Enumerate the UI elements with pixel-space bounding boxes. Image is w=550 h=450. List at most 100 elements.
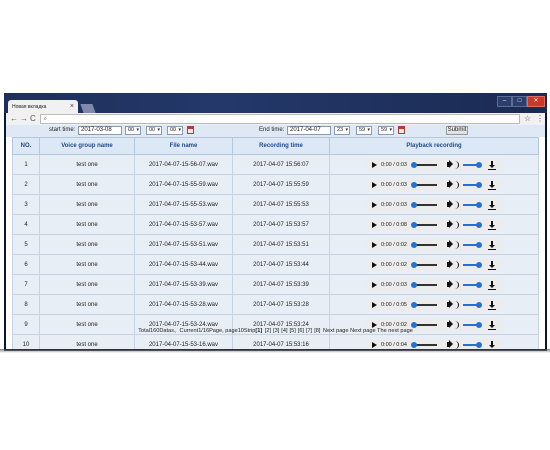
start-date-input[interactable]: 2017-03-08 bbox=[78, 126, 122, 135]
start-calendar-icon[interactable] bbox=[187, 126, 194, 134]
seek-handle[interactable] bbox=[411, 181, 417, 188]
end-minute-value: 59 bbox=[359, 127, 366, 133]
browser-menu-icon[interactable]: ⋮ bbox=[536, 114, 544, 124]
download-icon[interactable] bbox=[488, 300, 496, 310]
volume-slider[interactable] bbox=[463, 221, 482, 228]
audio-player: 0:00 / 0:02 bbox=[366, 238, 502, 251]
volume-handle[interactable] bbox=[476, 301, 482, 308]
seek-handle[interactable] bbox=[411, 201, 417, 208]
volume-slider[interactable] bbox=[463, 261, 482, 268]
volume-handle[interactable] bbox=[476, 281, 482, 288]
seek-handle[interactable] bbox=[411, 301, 417, 308]
seek-handle[interactable] bbox=[411, 161, 417, 168]
seek-bar[interactable] bbox=[411, 241, 437, 248]
volume-icon[interactable] bbox=[447, 201, 450, 207]
seek-handle[interactable] bbox=[411, 281, 417, 288]
pagination-page-link[interactable]: [6] bbox=[298, 328, 304, 334]
seek-bar[interactable] bbox=[411, 341, 437, 348]
start-minute-select[interactable]: 00 ▾ bbox=[146, 126, 162, 135]
seek-handle[interactable] bbox=[411, 221, 417, 228]
volume-icon[interactable] bbox=[447, 181, 450, 187]
volume-handle[interactable] bbox=[476, 341, 482, 348]
volume-icon[interactable] bbox=[447, 281, 450, 287]
maximize-button[interactable]: □ bbox=[512, 96, 527, 107]
seek-bar[interactable] bbox=[411, 161, 437, 168]
play-icon[interactable] bbox=[372, 181, 377, 188]
seek-handle[interactable] bbox=[411, 341, 417, 348]
reload-icon[interactable]: C bbox=[30, 114, 36, 124]
browser-tab[interactable]: Новая вкладка × bbox=[8, 100, 78, 114]
volume-icon[interactable] bbox=[447, 161, 450, 167]
volume-icon[interactable] bbox=[447, 341, 450, 347]
pagination-page-link[interactable]: [4] bbox=[281, 328, 287, 334]
end-date-input[interactable]: 2017-04-07 bbox=[287, 126, 331, 135]
play-icon[interactable] bbox=[372, 261, 377, 268]
new-tab-button[interactable] bbox=[80, 104, 96, 113]
play-icon[interactable] bbox=[372, 301, 377, 308]
seek-bar[interactable] bbox=[411, 201, 437, 208]
volume-slider[interactable] bbox=[463, 181, 482, 188]
pagination-next-page-link[interactable]: Next page bbox=[323, 328, 349, 334]
volume-slider[interactable] bbox=[463, 341, 482, 348]
end-hour-select[interactable]: 23 ▾ bbox=[334, 126, 350, 135]
bookmark-star-icon[interactable]: ☆ bbox=[524, 114, 531, 124]
volume-icon[interactable] bbox=[447, 241, 450, 247]
tab-close-icon[interactable]: × bbox=[70, 103, 74, 110]
volume-slider[interactable] bbox=[463, 201, 482, 208]
end-second-select[interactable]: 59 ▾ bbox=[378, 126, 394, 135]
play-icon[interactable] bbox=[372, 201, 377, 208]
start-second-select[interactable]: 00 ▾ bbox=[167, 126, 183, 135]
seek-bar[interactable] bbox=[411, 301, 437, 308]
volume-handle[interactable] bbox=[476, 241, 482, 248]
file-name-cell: 2017-04-07-15-55-53.wav bbox=[134, 194, 233, 215]
pagination-the-next-page-link[interactable]: The next page bbox=[377, 328, 413, 334]
volume-slider[interactable] bbox=[463, 281, 482, 288]
pagination-page-link[interactable]: [5] bbox=[290, 328, 296, 334]
pagination-page-link[interactable]: [8] bbox=[314, 328, 320, 334]
volume-handle[interactable] bbox=[476, 261, 482, 268]
back-arrow-icon[interactable]: ← bbox=[10, 114, 18, 124]
pagination-page-link[interactable]: [2] bbox=[265, 328, 271, 334]
pagination-page-link[interactable]: [3] bbox=[273, 328, 279, 334]
submit-button[interactable]: Submit bbox=[446, 126, 468, 135]
play-icon[interactable] bbox=[372, 161, 377, 168]
seek-bar[interactable] bbox=[411, 221, 437, 228]
pagination-page-link[interactable]: [7] bbox=[306, 328, 312, 334]
play-icon[interactable] bbox=[372, 341, 377, 348]
download-icon[interactable] bbox=[488, 340, 496, 349]
address-bar[interactable]: ⌕ bbox=[40, 114, 520, 124]
start-hour-select[interactable]: 00 ▾ bbox=[125, 126, 141, 135]
download-icon[interactable] bbox=[488, 160, 496, 170]
download-icon[interactable] bbox=[488, 180, 496, 190]
seek-bar[interactable] bbox=[411, 281, 437, 288]
volume-icon[interactable] bbox=[447, 221, 450, 227]
volume-handle[interactable] bbox=[476, 221, 482, 228]
download-icon[interactable] bbox=[488, 220, 496, 230]
volume-slider[interactable] bbox=[463, 241, 482, 248]
download-icon[interactable] bbox=[488, 260, 496, 270]
close-window-button[interactable]: ✕ bbox=[527, 96, 545, 107]
seek-handle[interactable] bbox=[411, 241, 417, 248]
volume-handle[interactable] bbox=[476, 161, 482, 168]
pagination-next-page-link-2[interactable]: Next page bbox=[350, 328, 376, 334]
seek-handle[interactable] bbox=[411, 261, 417, 268]
minimize-button[interactable]: – bbox=[497, 96, 512, 107]
volume-slider[interactable] bbox=[463, 301, 482, 308]
seek-bar[interactable] bbox=[411, 261, 437, 268]
download-icon[interactable] bbox=[488, 280, 496, 290]
end-minute-select[interactable]: 59 ▾ bbox=[356, 126, 372, 135]
play-icon[interactable] bbox=[372, 281, 377, 288]
volume-handle[interactable] bbox=[476, 201, 482, 208]
seek-bar[interactable] bbox=[411, 181, 437, 188]
end-calendar-icon[interactable] bbox=[398, 126, 405, 134]
forward-arrow-icon[interactable]: → bbox=[20, 114, 28, 124]
header-voice-group-name: Voice group name bbox=[39, 137, 135, 155]
volume-slider[interactable] bbox=[463, 161, 482, 168]
volume-handle[interactable] bbox=[476, 181, 482, 188]
play-icon[interactable] bbox=[372, 241, 377, 248]
download-icon[interactable] bbox=[488, 200, 496, 210]
volume-icon[interactable] bbox=[447, 301, 450, 307]
download-icon[interactable] bbox=[488, 240, 496, 250]
volume-icon[interactable] bbox=[447, 261, 450, 267]
play-icon[interactable] bbox=[372, 221, 377, 228]
